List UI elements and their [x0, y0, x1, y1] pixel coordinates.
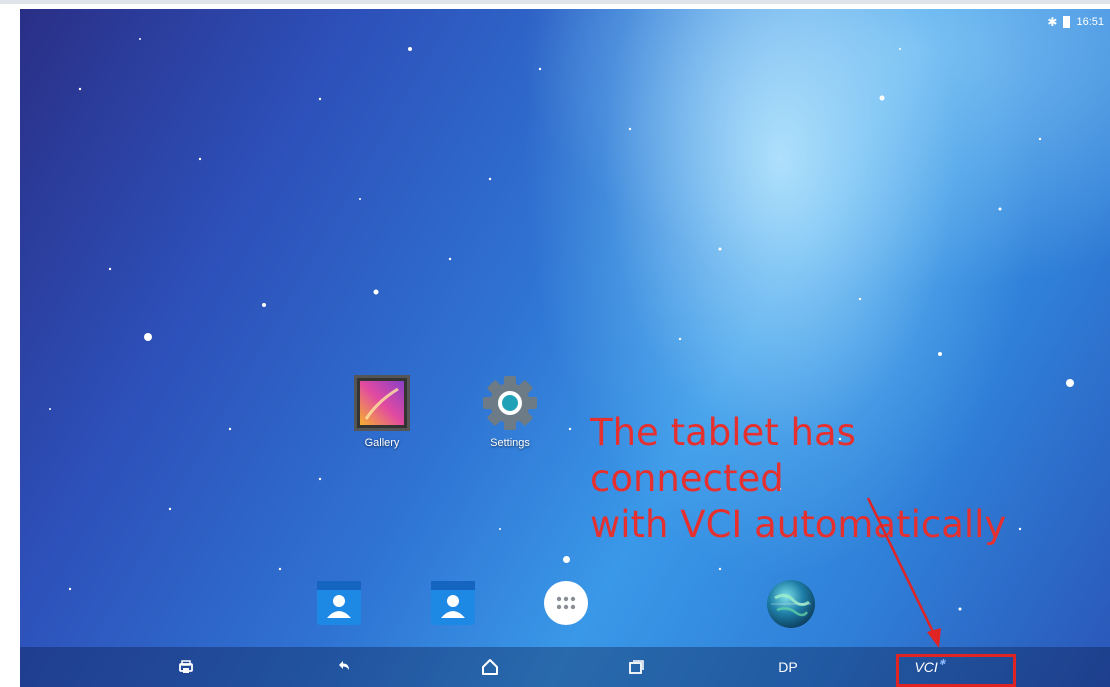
dock-contacts-2[interactable]	[430, 580, 476, 626]
back-icon	[339, 661, 349, 670]
battery-icon	[1063, 16, 1071, 28]
app-drawer-icon	[544, 581, 588, 625]
home-button[interactable]	[470, 647, 510, 687]
print-icon	[179, 660, 193, 673]
dock-app-drawer[interactable]	[543, 580, 589, 626]
print-button[interactable]	[166, 647, 206, 687]
tablet-home-screen: ✱ 16:51 Gallery Settings DP VCI ✱	[20, 9, 1110, 687]
settings-label: Settings	[490, 437, 530, 449]
top-border	[0, 0, 1110, 4]
dock-browser[interactable]	[765, 578, 817, 630]
bluetooth-icon: ✱	[1047, 15, 1058, 29]
settings-app[interactable]: Settings	[470, 375, 550, 449]
dp-button[interactable]: DP	[768, 647, 808, 687]
dock-contacts-1[interactable]	[316, 580, 362, 626]
gallery-icon	[354, 375, 410, 431]
home-icon	[482, 659, 498, 675]
gallery-label: Gallery	[364, 437, 400, 449]
gallery-app[interactable]: Gallery	[342, 375, 422, 449]
contacts-icon	[431, 581, 475, 625]
page-indicator	[563, 556, 570, 563]
status-bar: ✱ 16:51	[1047, 15, 1104, 29]
recents-icon	[629, 660, 644, 674]
back-button[interactable]	[324, 647, 364, 687]
vci-highlight-box	[896, 654, 1016, 687]
annotation-line-2: with VCI automatically	[590, 503, 1007, 546]
globe-browser-icon	[767, 580, 815, 628]
recents-button[interactable]	[616, 647, 656, 687]
annotation-line-1: The tablet has connected	[590, 411, 856, 500]
status-time: 16:51	[1076, 16, 1104, 28]
settings-gear-icon	[482, 375, 538, 431]
annotation-text: The tablet has connected with VCI automa…	[590, 410, 1030, 548]
contacts-icon	[317, 581, 361, 625]
